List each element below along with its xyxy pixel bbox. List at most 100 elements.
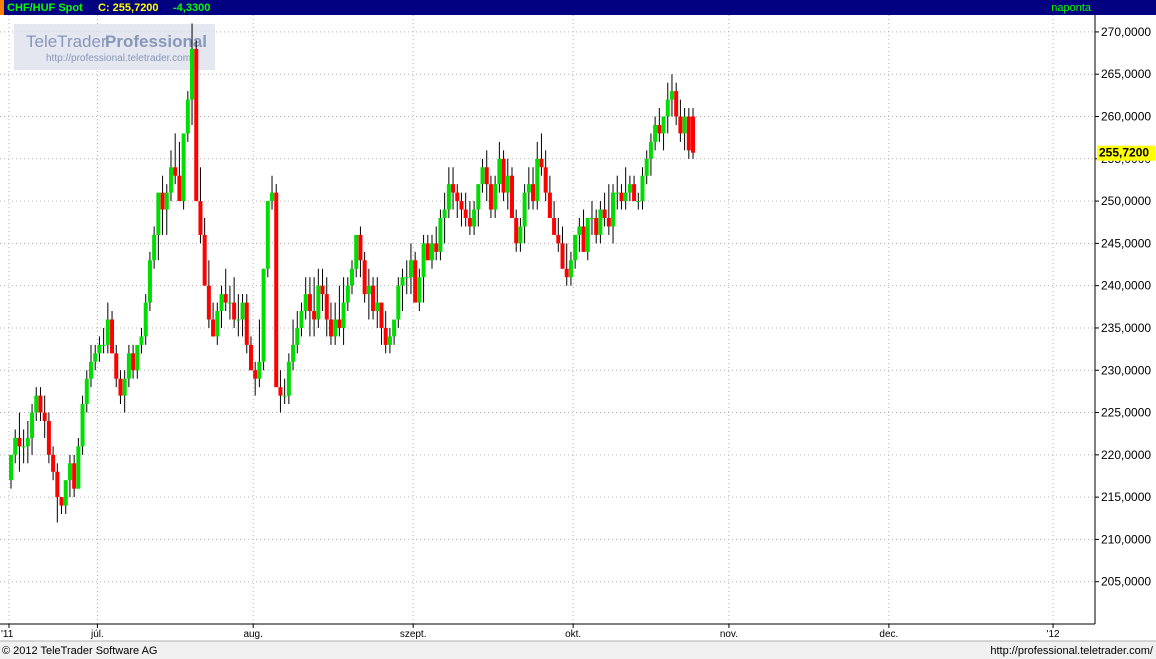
y-tick-label: 245,0000 [1101,236,1151,250]
candle-body-up [573,234,578,261]
x-tick-label: nov. [720,629,738,640]
candle-body-up [438,218,443,252]
candle-body-up [30,412,35,438]
candle-body-up [105,319,110,345]
candle-body-down [371,285,376,312]
candle [194,40,199,202]
candle-body-up [522,192,527,227]
candle-body-up [518,226,523,244]
candle-body-down [51,454,56,472]
candle-body-down [307,294,312,312]
candle-body-down [38,395,43,413]
candle-body-down [244,302,249,345]
candle-body-up [345,285,350,303]
candle-body-down [509,175,514,218]
candle-body-down [173,167,178,176]
candle-body-down [463,209,468,218]
candle-body-down [324,294,329,320]
y-tick-label: 250,0000 [1101,194,1151,208]
candle-body-up [648,141,653,159]
x-tick-label: júl. [90,629,104,640]
candle-body-up [400,277,405,286]
candle-body-down [232,302,237,320]
candle-body-down [531,184,536,202]
candle-body-up [644,158,649,176]
candle-body-up [396,285,401,320]
candle-body-up [152,234,157,261]
candle-body-down [383,327,388,345]
candle-body-down [274,192,279,388]
y-tick-label: 260,0000 [1101,110,1151,124]
candle-body-up [122,378,127,396]
candle-body-down [337,319,342,328]
y-tick-label: 220,0000 [1101,448,1151,462]
candle-body-up [350,268,355,286]
candle-body-up [101,344,106,346]
candle-body-up [227,302,232,304]
candle-body-up [408,260,413,278]
candle-body-up [164,192,169,210]
candle-body-down [602,209,607,218]
header-change: -4,3300 [173,2,210,14]
candle [274,184,279,388]
candle-body-up [185,99,190,134]
candle-body-up [366,285,371,295]
candle-body-up [156,192,161,235]
last-price-label: 255,7200 [1099,146,1149,160]
y-tick-label: 205,0000 [1101,575,1151,589]
candle-body-down [678,116,683,134]
candle-body-down [46,421,51,455]
candle-body-up [480,167,485,185]
candle-body-up [13,437,18,455]
x-tick-label: okt. [565,629,581,640]
candle-body-down [657,124,662,134]
candle-body-down [619,192,624,202]
candle-body-up [63,480,68,506]
candle-body-up [568,260,573,278]
chart-window: CHF/HUF Spot C: 255,7200 -4,3300 naponta… [0,0,1156,659]
candle-body-down [488,184,493,210]
candle-body-up [84,378,89,405]
candle-body-down [194,48,199,202]
candle-body-up [135,344,140,371]
candle-body-up [215,311,220,337]
candle [147,251,152,312]
candle-body-up [236,319,241,321]
candle-body-up [282,395,287,397]
candle-body-up [21,446,26,448]
candle-body-down [42,412,47,421]
candle-body-down [632,184,637,202]
candle-body-up [291,344,296,362]
candle-body-up [404,277,409,279]
candle-body-up [598,209,603,235]
candle-body-down [606,218,611,227]
watermark-brand: TeleTrader [26,32,107,51]
candle-body-up [585,218,590,252]
candle [244,294,249,354]
candle-body-down [552,218,557,235]
candle-body-up [627,184,632,193]
y-tick-label: 225,0000 [1101,406,1151,420]
candle-body-down [362,260,367,295]
candle-body-up [88,361,93,379]
candle-body-up [623,192,628,202]
candle-body-down [72,463,77,489]
y-tick-label: 270,0000 [1101,25,1151,39]
candle-body-up [472,209,477,227]
candlestick-chart: CHF/HUF Spot C: 255,7200 -4,3300 naponta… [0,0,1156,659]
candle-body-down [686,116,691,151]
candle-body-down [581,226,586,252]
candle-body-down [539,158,544,168]
candle-body-down [691,116,696,153]
candle-body-up [493,184,498,210]
candle-body-down [253,370,258,379]
x-tick-label: '11 [1,629,14,640]
candle-body-up [34,395,39,413]
candle-body-up [387,336,392,345]
candle-body-down [114,353,119,379]
candle-body-down [17,437,22,447]
candle-body-down [320,285,325,295]
candle-body-down [543,167,548,193]
header-accent [0,0,4,15]
candle-body-up [261,268,266,362]
